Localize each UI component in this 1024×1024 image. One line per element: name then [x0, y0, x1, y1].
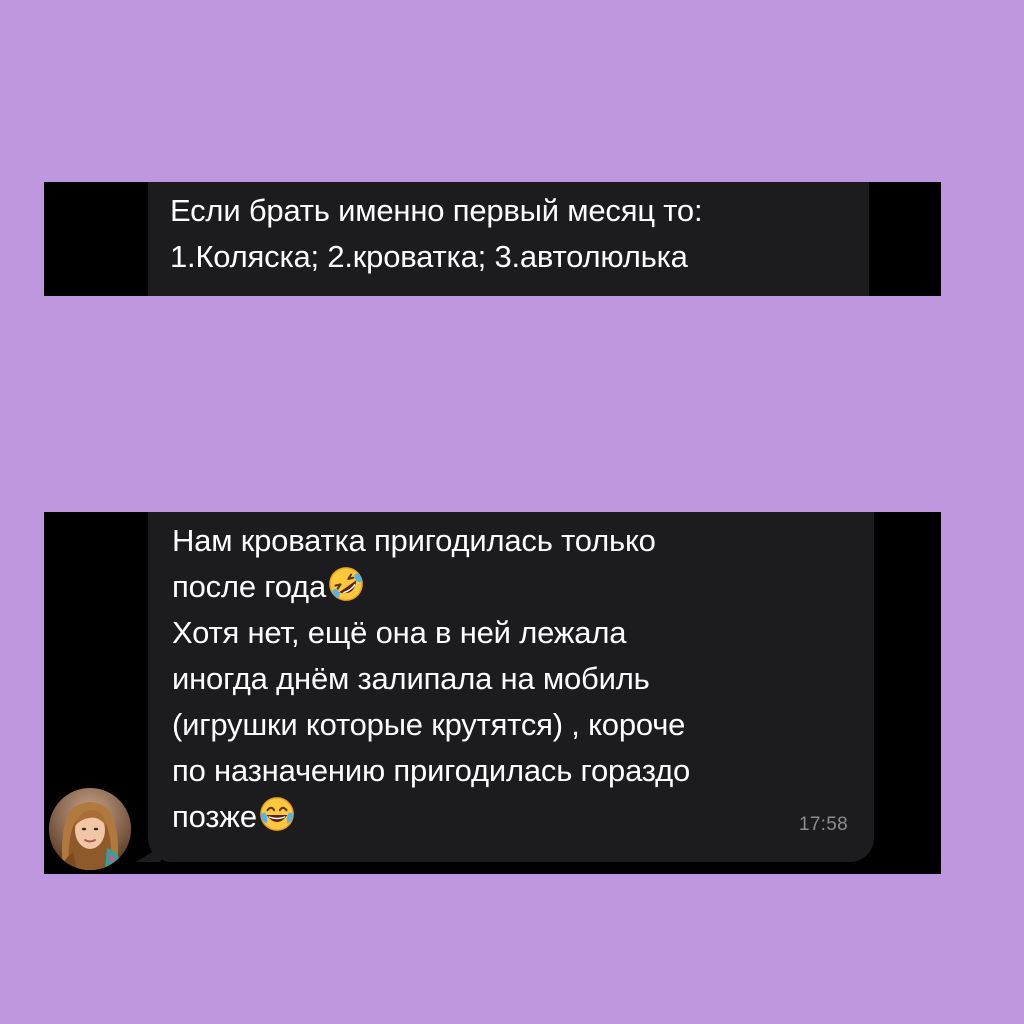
avatar-photo [49, 788, 131, 870]
message-bubble-top[interactable]: Если брать именно первый месяц то: 1.Кол… [148, 182, 869, 296]
message-line: 1.Коляска; 2.кроватка; 3.автолюлька [170, 239, 688, 274]
message-line-text: позже [172, 799, 257, 834]
message-line-text: после года [172, 569, 326, 604]
message-line: позже [172, 794, 874, 840]
message-line: после года [172, 564, 874, 610]
message-bubble-bottom[interactable]: Нам кроватка пригодилась только после го… [148, 512, 874, 862]
message-line: Нам кроватка пригодилась только [172, 523, 656, 558]
chat-panel-top: Если брать именно первый месяц то: 1.Кол… [44, 182, 941, 296]
message-line: (игрушки которые крутятся) , короче [172, 707, 686, 742]
rolling-on-floor-laughing-emoji [329, 567, 363, 601]
chat-panel-bottom: Нам кроватка пригодилась только после го… [44, 512, 941, 874]
message-timestamp: 17:58 [798, 814, 848, 835]
message-line: иногда днём залипала на мобиль [172, 661, 650, 696]
message-line: Хотя нет, ещё она в ней лежала [172, 615, 627, 650]
avatar[interactable] [49, 788, 131, 870]
message-line: по назначению пригодилась гораздо [172, 753, 691, 788]
face-with-tears-of-joy-emoji [260, 797, 294, 831]
message-line: Если брать именно первый месяц то: [170, 193, 703, 228]
